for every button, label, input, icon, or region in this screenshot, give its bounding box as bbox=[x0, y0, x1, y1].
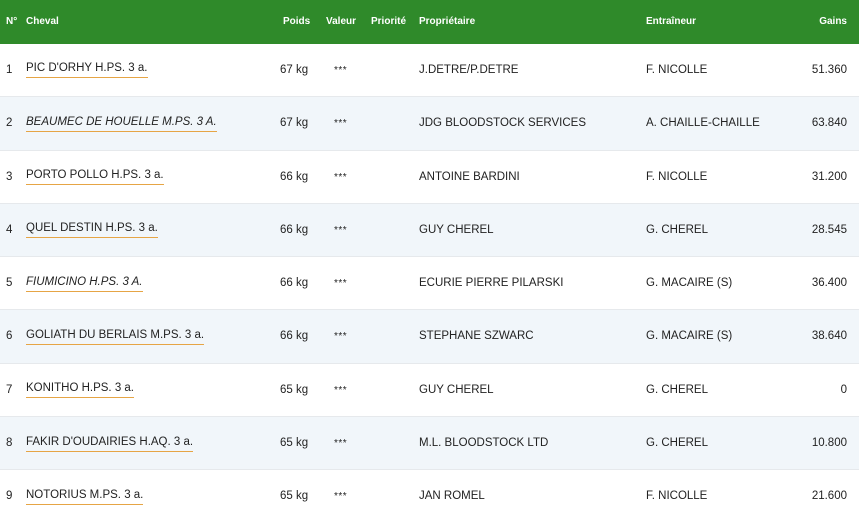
row-gains: 36.400 bbox=[811, 277, 847, 290]
table-body: 1 PIC D'ORHY H.PS. 3 a. 67 kg *** J.DETRE/P.… bbox=[0, 44, 859, 522]
row-weight: 67 kg bbox=[280, 64, 309, 76]
row-trainer: A. CHAILLE-CHAILLE bbox=[646, 117, 760, 130]
horse-link[interactable]: FIUMICINO H.PS. 3 A. bbox=[26, 275, 143, 292]
row-num: 7 bbox=[6, 383, 13, 396]
table-row: 1 PIC D'ORHY H.PS. 3 a. 67 kg *** J.DETRE/P.… bbox=[0, 44, 859, 98]
row-value: *** bbox=[334, 171, 348, 183]
horse-link[interactable]: QUEL DESTIN H.PS. 3 a. bbox=[26, 221, 158, 239]
horse-cell: FAKIR D'OUDAIRIES H.AQ. 3 a. bbox=[26, 417, 194, 470]
row-weight: 66 kg bbox=[280, 223, 309, 236]
row-owner: M.L. BLOODSTOCK LTD bbox=[419, 437, 549, 450]
row-weight: 66 kg bbox=[280, 330, 309, 343]
table-row: 3 PORTO POLLO H.PS. 3 a. 66 kg *** ANTOINE B… bbox=[0, 151, 859, 204]
row-gains: 28.545 bbox=[811, 223, 847, 236]
horse-link[interactable]: PORTO POLLO H.PS. 3 a. bbox=[26, 168, 164, 186]
row-num: 3 bbox=[6, 170, 13, 183]
table-row: 7 KONITHO H.PS. 3 a. 65 kg *** GUY CHEREL G. … bbox=[0, 364, 859, 418]
header-num: N° bbox=[6, 16, 18, 27]
row-trainer: G. MACAIRE (S) bbox=[646, 330, 733, 343]
row-value: *** bbox=[334, 224, 348, 236]
row-owner: J.DETRE/P.DETRE bbox=[419, 64, 519, 76]
row-owner: STEPHANE SZWARC bbox=[419, 330, 534, 343]
horse-link[interactable]: BEAUMEC DE HOUELLE M.PS. 3 A. bbox=[26, 115, 217, 132]
table-header: N° Cheval Poids Valeur Priorité Propriét… bbox=[0, 0, 859, 44]
table-row: 2 BEAUMEC DE HOUELLE M.PS. 3 A. 67 kg *** JD… bbox=[0, 97, 859, 151]
horse-cell: GOLIATH DU BERLAIS M.PS. 3 a. bbox=[26, 310, 205, 363]
row-value: *** bbox=[334, 331, 348, 343]
row-num: 1 bbox=[6, 64, 13, 76]
row-weight: 66 kg bbox=[280, 277, 309, 290]
row-trainer: F. NICOLLE bbox=[646, 170, 708, 183]
row-gains: 0 bbox=[840, 383, 847, 396]
row-weight: 65 kg bbox=[280, 383, 309, 396]
table-row: 6 GOLIATH DU BERLAIS M.PS. 3 a. 66 kg *** ST… bbox=[0, 310, 859, 364]
row-gains: 31.200 bbox=[811, 170, 847, 183]
row-gains: 51.360 bbox=[811, 64, 847, 76]
horse-cell: KONITHO H.PS. 3 a. bbox=[26, 364, 134, 417]
row-value: *** bbox=[334, 118, 348, 130]
row-weight: 67 kg bbox=[280, 117, 309, 130]
horse-link[interactable]: NOTORIUS M.PS. 3 a. bbox=[26, 488, 144, 505]
row-owner: GUY CHEREL bbox=[419, 383, 494, 396]
row-trainer: G. CHEREL bbox=[646, 383, 708, 396]
row-trainer: F. NICOLLE bbox=[646, 490, 708, 503]
horse-link[interactable]: PIC D'ORHY H.PS. 3 a. bbox=[26, 61, 148, 79]
header-horse: Cheval bbox=[26, 16, 59, 27]
horse-link[interactable]: KONITHO H.PS. 3 a. bbox=[26, 381, 134, 399]
horse-cell: FIUMICINO H.PS. 3 A. bbox=[26, 257, 143, 310]
header-gains: Gains bbox=[819, 16, 847, 27]
row-weight: 66 kg bbox=[280, 170, 309, 183]
header-owner: Propriétaire bbox=[419, 16, 476, 27]
table-row: 5 FIUMICINO H.PS. 3 A. 66 kg *** ECURIE PIER… bbox=[0, 257, 859, 311]
horse-cell: PIC D'ORHY H.PS. 3 a. bbox=[26, 44, 148, 97]
header-weight: Poids bbox=[283, 16, 311, 27]
header-value: Valeur bbox=[326, 16, 357, 27]
header-priority: Priorité bbox=[371, 16, 407, 27]
row-gains: 21.600 bbox=[811, 490, 847, 503]
horse-cell: BEAUMEC DE HOUELLE M.PS. 3 A. bbox=[26, 97, 217, 150]
horse-link[interactable]: GOLIATH DU BERLAIS M.PS. 3 a. bbox=[26, 328, 205, 345]
row-trainer: G. CHEREL bbox=[646, 437, 708, 450]
row-trainer: F. NICOLLE bbox=[646, 64, 708, 76]
row-num: 9 bbox=[6, 490, 13, 503]
row-owner: ECURIE PIERRE PILARSKI bbox=[419, 277, 564, 290]
row-owner: ANTOINE BARDINI bbox=[419, 170, 520, 183]
row-value: *** bbox=[334, 491, 348, 503]
horse-cell: QUEL DESTIN H.PS. 3 a. bbox=[26, 204, 158, 257]
row-value: *** bbox=[334, 278, 348, 290]
horse-link[interactable]: FAKIR D'OUDAIRIES H.AQ. 3 a. bbox=[26, 435, 194, 452]
header-trainer: Entraîneur bbox=[646, 16, 697, 27]
row-weight: 65 kg bbox=[280, 437, 309, 450]
row-owner: GUY CHEREL bbox=[419, 223, 494, 236]
row-weight: 65 kg bbox=[280, 490, 309, 503]
row-value: *** bbox=[334, 65, 348, 76]
row-num: 6 bbox=[6, 330, 13, 343]
row-trainer: G. MACAIRE (S) bbox=[646, 277, 733, 290]
row-value: *** bbox=[334, 384, 348, 396]
row-trainer: G. CHEREL bbox=[646, 223, 708, 236]
row-owner: JDG BLOODSTOCK SERVICES bbox=[419, 117, 587, 130]
row-gains: 10.800 bbox=[811, 437, 847, 450]
table-row: 4 QUEL DESTIN H.PS. 3 a. 66 kg *** GUY CHERE… bbox=[0, 203, 859, 258]
table-row: 9 NOTORIUS M.PS. 3 a. 65 kg *** JAN ROMEL F. … bbox=[0, 470, 859, 522]
horse-cell: NOTORIUS M.PS. 3 a. bbox=[26, 470, 144, 522]
table-row: 8 FAKIR D'OUDAIRIES H.AQ. 3 a. 65 kg *** M.L… bbox=[0, 417, 859, 471]
row-num: 2 bbox=[6, 117, 13, 130]
row-num: 8 bbox=[6, 437, 13, 450]
runners-table: N° Cheval Poids Valeur Priorité Propriét… bbox=[0, 0, 859, 522]
row-gains: 63.840 bbox=[811, 117, 847, 130]
row-value: *** bbox=[334, 438, 348, 450]
row-owner: JAN ROMEL bbox=[419, 490, 485, 503]
row-gains: 38.640 bbox=[811, 330, 847, 343]
row-num: 5 bbox=[6, 277, 13, 290]
row-num: 4 bbox=[6, 223, 13, 236]
horse-cell: PORTO POLLO H.PS. 3 a. bbox=[26, 151, 164, 204]
